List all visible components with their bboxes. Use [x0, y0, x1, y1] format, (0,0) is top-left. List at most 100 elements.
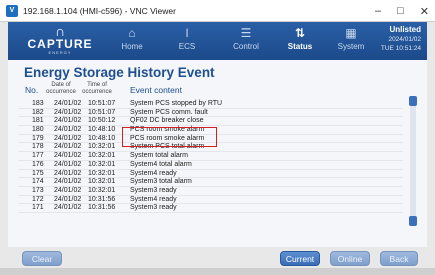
event-time: 10:51:07 — [88, 100, 116, 107]
event-no: 182 — [32, 108, 44, 116]
online-button[interactable]: Online — [330, 251, 370, 266]
event-content: System4 ready — [130, 169, 177, 177]
event-time: 10:48:10 — [88, 134, 116, 142]
event-row[interactable]: 175 24/01/02 10:32:01 System4 ready — [18, 170, 403, 179]
event-no: 181 — [32, 117, 44, 125]
list-icon: ☰ — [240, 26, 252, 40]
event-date: 24/01/02 — [54, 160, 82, 168]
nav-status[interactable]: ⇅ Status — [274, 26, 326, 56]
event-no: 173 — [32, 186, 44, 194]
event-no: 176 — [32, 160, 44, 168]
status-text: Unlisted — [389, 25, 421, 34]
event-no: 179 — [32, 134, 44, 142]
event-date: 24/01/02 — [54, 169, 82, 177]
home-icon: ⌂ — [128, 26, 136, 40]
col-no-header: No. — [25, 85, 39, 95]
close-button[interactable]: ✕ — [420, 5, 429, 18]
event-row[interactable]: 182 24/01/02 10:51:07 System PCS comm. faul… — [18, 109, 403, 118]
event-no: 177 — [32, 152, 44, 160]
scroll-up-button[interactable] — [409, 96, 417, 106]
event-content: System3 total alarm — [130, 178, 192, 186]
event-content: System PCS comm. fault — [130, 108, 208, 116]
event-date: 24/01/02 — [54, 204, 82, 212]
event-row[interactable]: 183 24/01/02 10:51:07 System PCS stopped by… — [18, 100, 403, 109]
event-no: 172 — [32, 195, 44, 203]
event-no: 174 — [32, 178, 44, 186]
event-date: 24/01/02 — [54, 100, 82, 107]
back-button[interactable]: Back — [380, 251, 418, 266]
event-content: System total alarm — [130, 152, 188, 160]
event-row[interactable]: 181 24/01/02 10:50:12 QF02 DC breaker close — [18, 117, 403, 127]
event-date: 24/01/02 — [54, 117, 82, 125]
taskbar-strip — [0, 268, 435, 275]
event-no: 183 — [32, 100, 44, 107]
col-time-header: Time of occurrence — [82, 82, 112, 95]
event-content: System3 ready — [130, 204, 177, 212]
nav-label: Status — [287, 42, 313, 51]
event-time: 10:32:01 — [88, 160, 116, 168]
event-no: 175 — [32, 169, 44, 177]
thermometer-icon: ǀ — [185, 26, 189, 40]
event-content: System4 total alarm — [130, 160, 192, 168]
event-date: 24/01/02 — [54, 178, 82, 186]
nav-home[interactable]: ⌂ Home — [106, 26, 158, 56]
header-time: TUE 10:51:24 — [380, 45, 421, 52]
header-date: 2024/01/02 — [388, 36, 421, 43]
event-date: 24/01/02 — [54, 126, 82, 134]
event-date: 24/01/02 — [54, 152, 82, 160]
window-title: 192.168.1.104 (HMI-c596) - VNC Viewer — [23, 5, 176, 16]
clear-button[interactable]: Clear — [22, 251, 62, 266]
event-row[interactable]: 174 24/01/02 10:32:01 System3 total alarm — [18, 178, 403, 187]
hmi-header: ∩ CAPTURE ENERGY ⌂ Home ǀ ECS ☰ Control … — [8, 22, 427, 60]
event-time: 10:50:12 — [88, 117, 116, 125]
scrollbar-track[interactable] — [410, 98, 416, 222]
event-content: System3 ready — [130, 186, 177, 194]
sliders-icon: ⇅ — [294, 26, 306, 40]
event-content: System PCS stopped by RTU — [130, 100, 223, 107]
logo-text: CAPTURE — [27, 37, 93, 51]
vnc-icon: V — [6, 4, 18, 17]
event-date: 24/01/02 — [54, 134, 82, 142]
event-time: 10:31:56 — [88, 195, 116, 203]
scroll-down-button[interactable] — [409, 216, 417, 226]
status-panel: Unlisted 2024/01/02 TUE 10:51:24 — [351, 24, 421, 53]
event-time: 10:31:56 — [88, 204, 116, 212]
event-time: 10:48:10 — [88, 126, 116, 134]
history-panel: Energy Storage History Event No. Date of… — [8, 60, 427, 266]
event-time: 10:32:01 — [88, 143, 116, 151]
event-no: 180 — [32, 126, 44, 134]
nav-ecs[interactable]: ǀ ECS — [161, 26, 213, 56]
event-time: 10:32:01 — [88, 186, 116, 194]
event-content: QF02 DC breaker close — [130, 117, 204, 125]
nav-label: ECS — [178, 42, 196, 51]
event-list: 183 24/01/02 10:51:07 System PCS stopped by… — [18, 100, 403, 213]
event-time: 10:51:07 — [88, 108, 116, 116]
event-no: 178 — [32, 143, 44, 151]
event-row[interactable]: 177 24/01/02 10:32:01 System total alarm — [18, 152, 403, 161]
event-no: 171 — [32, 204, 44, 212]
event-date: 24/01/02 — [54, 143, 82, 151]
event-date: 24/01/02 — [54, 186, 82, 194]
event-date: 24/01/02 — [54, 195, 82, 203]
event-row[interactable]: 172 24/01/02 10:31:56 System4 ready — [18, 196, 403, 205]
vnc-titlebar: V 192.168.1.104 (HMI-c596) - VNC Viewer … — [0, 0, 435, 22]
highlight-box — [122, 127, 217, 147]
capture-logo: ∩ CAPTURE ENERGY — [20, 24, 100, 57]
col-date-header: Date of occurrence — [46, 82, 76, 95]
page-title: Energy Storage History Event — [24, 65, 215, 80]
col-event-header: Event content — [130, 85, 182, 95]
current-button[interactable]: Current — [280, 251, 320, 266]
nav-control[interactable]: ☰ Control — [220, 26, 272, 56]
maximize-button[interactable]: □ — [397, 5, 404, 17]
minimize-button[interactable]: – — [375, 5, 381, 17]
event-time: 10:32:01 — [88, 152, 116, 160]
event-row[interactable]: 171 24/01/02 10:31:56 System3 ready — [18, 204, 403, 213]
nav-label: Home — [121, 42, 143, 51]
logo-subtext: ENERGY — [48, 50, 72, 55]
event-row[interactable]: 176 24/01/02 10:32:01 System4 total alarm — [18, 161, 403, 170]
event-content: System4 ready — [130, 195, 177, 203]
event-time: 10:32:01 — [88, 169, 116, 177]
event-row[interactable]: 173 24/01/02 10:32:01 System3 ready — [18, 187, 403, 196]
event-time: 10:32:01 — [88, 178, 116, 186]
event-date: 24/01/02 — [54, 108, 82, 116]
